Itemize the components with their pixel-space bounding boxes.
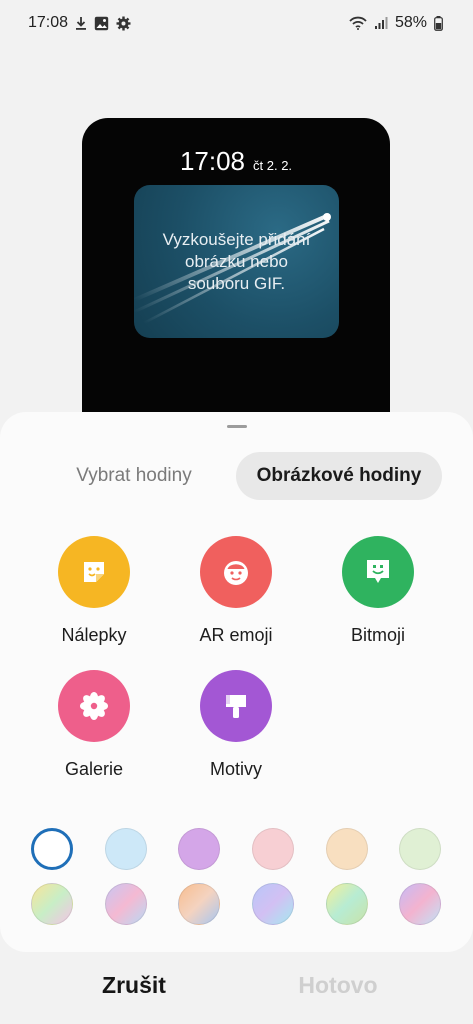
download-icon — [75, 16, 87, 30]
signal-icon — [374, 16, 388, 30]
drag-handle[interactable] — [227, 425, 247, 428]
swatch-gradient-1[interactable] — [31, 883, 73, 925]
status-right: 58% — [349, 14, 443, 32]
swatch-pink[interactable] — [252, 828, 294, 870]
app-label-stickers: Nálepky — [61, 625, 127, 645]
image-clock-card[interactable]: Vyzkoušejte přidání obrázku nebo souboru… — [134, 185, 339, 338]
swatch-peach[interactable] — [326, 828, 368, 870]
done-button[interactable]: Hotovo — [258, 972, 418, 999]
swatch-white-selected[interactable] — [31, 828, 73, 870]
swatch-light-blue[interactable] — [105, 828, 147, 870]
swatch-gradient-2[interactable] — [105, 883, 147, 925]
swatch-mint[interactable] — [399, 828, 441, 870]
preview-clock: 17:08 čt 2. 2. — [82, 146, 390, 177]
cancel-button[interactable]: Zrušit — [54, 972, 214, 999]
tab-bar: Vybrat hodiny Obrázkové hodiny — [0, 452, 473, 502]
swatch-gradient-6[interactable] — [399, 883, 441, 925]
tab-select-clock[interactable]: Vybrat hodiny — [50, 452, 218, 500]
status-time: 17:08 — [28, 14, 69, 31]
sticker-icon — [58, 536, 130, 608]
preview-prompt: Vyzkoušejte přidání obrázku nebo souboru… — [162, 230, 311, 293]
gallery-icon — [94, 16, 109, 31]
app-label-bitmoji: Bitmoji — [350, 625, 405, 645]
app-label-themes: Motivy — [209, 759, 262, 779]
brush-icon — [200, 670, 272, 742]
action-bar: Zrušit Hotovo — [0, 960, 473, 1020]
swatch-purple[interactable] — [178, 828, 220, 870]
battery-icon — [434, 15, 443, 31]
app-label-gallery: Galerie — [64, 759, 124, 779]
preview-date: čt 2. 2. — [253, 158, 293, 173]
ar-emoji-icon — [200, 536, 272, 608]
app-gallery[interactable]: Galerie — [29, 670, 159, 780]
bitmoji-icon — [342, 536, 414, 608]
swatch-gradient-4[interactable] — [252, 883, 294, 925]
status-left: 17:08 — [28, 14, 131, 32]
status-bar: 17:08 58% — [0, 0, 473, 46]
app-themes[interactable]: Motivy — [171, 670, 301, 780]
bottom-sheet: Vybrat hodiny Obrázkové hodiny Nálepky A… — [0, 412, 473, 952]
clock-preview: 17:08 čt 2. 2. Vyzkoušejte přidání obráz… — [82, 118, 390, 448]
app-ar-emoji[interactable]: AR emoji — [171, 536, 301, 646]
settings-icon — [116, 16, 131, 31]
wifi-icon — [349, 16, 367, 30]
tab-image-clock[interactable]: Obrázkové hodiny — [236, 452, 442, 500]
screen: 17:08 58% 17:08 čt 2. 2. Vyzkoušejte při… — [0, 0, 473, 1024]
app-stickers[interactable]: Nálepky — [29, 536, 159, 646]
flower-icon — [58, 670, 130, 742]
swatch-gradient-3[interactable] — [178, 883, 220, 925]
preview-time: 17:08 — [179, 146, 246, 176]
swatch-gradient-5[interactable] — [326, 883, 368, 925]
battery-percent: 58% — [394, 14, 427, 31]
app-label-ar-emoji: AR emoji — [199, 625, 273, 645]
app-bitmoji[interactable]: Bitmoji — [313, 536, 443, 646]
